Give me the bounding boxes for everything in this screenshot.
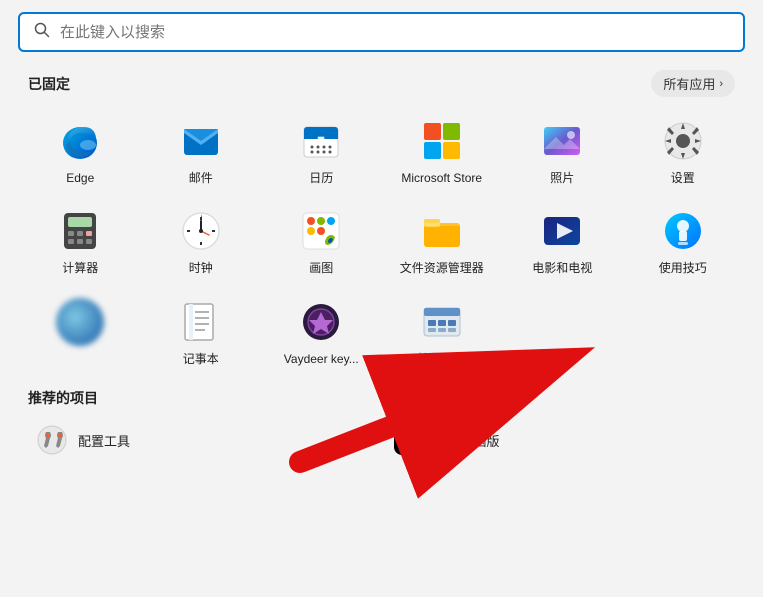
pinned-section-header: 已固定 所有应用 › bbox=[28, 70, 735, 97]
search-bar[interactable] bbox=[18, 12, 745, 52]
tips-label: 使用技巧 bbox=[659, 261, 707, 275]
all-apps-button[interactable]: 所有应用 › bbox=[651, 70, 735, 97]
app-item-controlpanel[interactable]: 控制面板 bbox=[382, 288, 503, 374]
controlpanel-icon bbox=[418, 298, 466, 346]
movies-label: 电影和电视 bbox=[532, 261, 592, 275]
calendar-label: 日历 bbox=[309, 171, 333, 185]
notepad-label: 记事本 bbox=[183, 352, 219, 366]
app-item-settings[interactable]: 设置 bbox=[623, 107, 744, 193]
photos-label: 照片 bbox=[550, 171, 574, 185]
paint-icon bbox=[297, 207, 345, 255]
search-icon bbox=[34, 22, 50, 42]
calendar-icon: ▦ bbox=[297, 117, 345, 165]
config-icon bbox=[36, 424, 68, 456]
movies-icon bbox=[538, 207, 586, 255]
settings-icon bbox=[659, 117, 707, 165]
app-item-notepad[interactable]: 记事本 bbox=[141, 288, 262, 374]
clock-icon bbox=[177, 207, 225, 255]
app-item-paint[interactable]: 画图 bbox=[261, 197, 382, 283]
vaydeer-icon bbox=[297, 298, 345, 346]
rec-item-config[interactable]: 配置工具 bbox=[28, 418, 379, 462]
notepad-icon bbox=[177, 298, 225, 346]
calculator-icon bbox=[56, 207, 104, 255]
app-item-calendar[interactable]: ▦ 日历 bbox=[261, 107, 382, 193]
app-item-blur[interactable] bbox=[20, 288, 141, 374]
rec-item-douyin[interactable]: 抖音电脑版 bbox=[385, 418, 736, 462]
search-input[interactable] bbox=[60, 24, 729, 41]
settings-label: 设置 bbox=[671, 171, 695, 185]
paint-label: 画图 bbox=[309, 261, 333, 275]
tips-icon bbox=[659, 207, 707, 255]
app-item-photos[interactable]: 照片 bbox=[502, 107, 623, 193]
clock-label: 时钟 bbox=[189, 261, 213, 275]
filemanager-icon bbox=[418, 207, 466, 255]
svg-text:▦: ▦ bbox=[317, 135, 325, 144]
douyin-icon bbox=[393, 424, 425, 456]
app-item-clock[interactable]: 时钟 bbox=[141, 197, 262, 283]
app-item-calculator[interactable]: 计算器 bbox=[20, 197, 141, 283]
recommended-title: 推荐的项目 bbox=[28, 388, 735, 408]
app-grid: Edge 邮件 ▦ bbox=[20, 107, 743, 374]
config-label: 配置工具 bbox=[78, 431, 130, 450]
controlpanel-label: 控制面板 bbox=[418, 352, 466, 366]
app-item-tips[interactable]: 使用技巧 bbox=[623, 197, 744, 283]
app-item-edge[interactable]: Edge bbox=[20, 107, 141, 193]
mail-label: 邮件 bbox=[189, 171, 213, 185]
photos-icon bbox=[538, 117, 586, 165]
msstore-icon bbox=[418, 117, 466, 165]
app-item-msstore[interactable]: Microsoft Store bbox=[382, 107, 503, 193]
calculator-label: 计算器 bbox=[62, 261, 98, 275]
filemanager-label: 文件资源管理器 bbox=[400, 261, 484, 275]
recommended-section: 推荐的项目 配置工具 bbox=[28, 388, 735, 462]
mail-icon bbox=[177, 117, 225, 165]
edge-icon bbox=[56, 117, 104, 165]
vaydeer-label: Vaydeer key... bbox=[284, 352, 359, 366]
blur-app-icon bbox=[56, 298, 104, 346]
msstore-label: Microsoft Store bbox=[401, 171, 482, 185]
chevron-icon: › bbox=[719, 78, 723, 90]
app-item-mail[interactable]: 邮件 bbox=[141, 107, 262, 193]
app-item-vaydeer[interactable]: Vaydeer key... bbox=[261, 288, 382, 374]
app-item-movies[interactable]: 电影和电视 bbox=[502, 197, 623, 283]
pinned-title: 已固定 bbox=[28, 74, 70, 94]
edge-label: Edge bbox=[66, 171, 94, 185]
douyin-label: 抖音电脑版 bbox=[435, 431, 500, 450]
recommended-grid: 配置工具 抖音电脑版 bbox=[28, 418, 735, 462]
app-item-filemanager[interactable]: 文件资源管理器 bbox=[382, 197, 503, 283]
